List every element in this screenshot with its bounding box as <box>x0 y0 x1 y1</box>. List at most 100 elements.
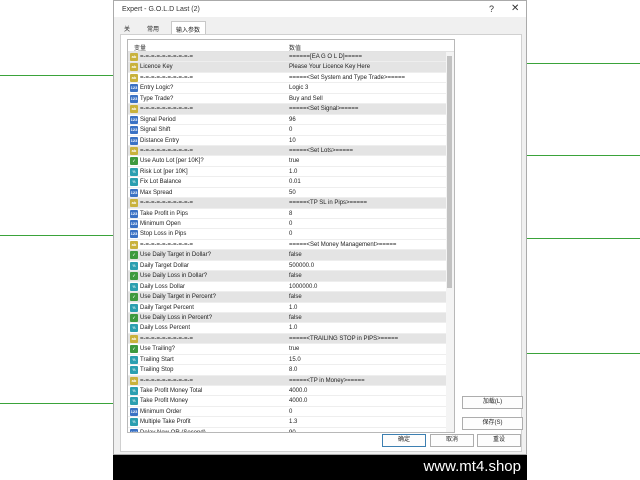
parameter-value[interactable]: 1000000.0 <box>289 284 317 290</box>
parameter-value[interactable]: =====<TRAILING STOP in PIPS>===== <box>289 336 398 342</box>
parameter-value[interactable]: 8.0 <box>289 367 297 373</box>
parameter-row[interactable]: ab =-=-=-=-=-=-=-=-=-= =====<Set Lots>====… <box>128 145 454 157</box>
string-type-icon: ab <box>130 334 138 343</box>
parameter-value[interactable]: 8 <box>289 211 292 217</box>
parameter-row[interactable]: ab =-=-=-=-=-=-=-=-=-= =====<TP in Money>=… <box>128 375 454 386</box>
parameter-value[interactable]: 0 <box>289 127 292 133</box>
reset-button[interactable]: 重设 <box>477 434 521 447</box>
save-button[interactable]: 保存(S) <box>462 417 523 430</box>
parameter-row[interactable]: ½ Multiple Take Profit 1.3 <box>128 417 454 428</box>
parameter-row[interactable]: ab =-=-=-=-=-=-=-=-=-= ======[EA G O L D]=… <box>128 52 454 63</box>
title-bar: Expert - G.O.L.D Last (2) ? ✕ <box>114 1 526 17</box>
parameter-row[interactable]: ✓ Use Daily Target in Percent? false <box>128 292 454 303</box>
parameter-value[interactable]: false <box>289 252 302 258</box>
string-type-icon: ab <box>130 240 138 249</box>
parameter-value[interactable]: Buy and Sell <box>289 96 323 102</box>
parameter-name: Licence Key <box>140 64 173 71</box>
parameter-value[interactable]: false <box>289 273 302 279</box>
parameter-value[interactable]: 4000.0 <box>289 398 307 404</box>
parameter-value[interactable]: 0 <box>289 231 292 237</box>
parameter-row[interactable]: ✓ Use Auto Lot [per 10K]? true <box>128 156 454 167</box>
parameter-value[interactable]: true <box>289 346 299 352</box>
integer-type-icon: 123 <box>130 136 138 145</box>
parameter-value[interactable]: ======[EA G O L D]===== <box>289 54 362 60</box>
parameter-value[interactable]: =====<Set Signal>===== <box>289 106 358 112</box>
parameter-value[interactable]: false <box>289 294 302 300</box>
parameter-value[interactable]: 1.0 <box>289 325 297 331</box>
parameter-name: Take Profit Money <box>140 398 189 405</box>
parameter-row[interactable]: ½ Daily Target Dollar 500000.0 <box>128 261 454 272</box>
parameter-row[interactable]: 123 Distance Entry 10 <box>128 136 454 146</box>
parameter-value[interactable]: =====<Set System and Type Trade>===== <box>289 75 405 81</box>
parameter-value[interactable]: 0.01 <box>289 179 301 185</box>
parameter-name: Signal Period <box>140 116 176 123</box>
parameter-value[interactable]: 4000.0 <box>289 388 307 394</box>
tab-common[interactable]: 常用 <box>143 21 165 34</box>
parameter-row[interactable]: ½ Risk Lot [per 10K] 1.0 <box>128 167 454 178</box>
parameter-row[interactable]: 123 Take Profit in Pips 8 <box>128 209 454 219</box>
parameter-value[interactable]: 96 <box>289 117 296 123</box>
parameter-value[interactable]: =====<Set Lots>===== <box>289 148 353 154</box>
parameter-row[interactable]: ½ Fix Lot Balance 0.01 <box>128 177 454 188</box>
parameter-value[interactable]: 0 <box>289 409 292 415</box>
parameter-row[interactable]: ½ Daily Target Percent 1.0 <box>128 303 454 313</box>
parameter-row[interactable]: 123 Signal Shift 0 <box>128 125 454 136</box>
parameter-name: =-=-=-=-=-=-=-=-=-= <box>140 241 194 248</box>
parameter-value[interactable]: 1.0 <box>289 305 297 311</box>
parameter-row[interactable]: ✓ Use Daily Loss in Dollar? false <box>128 271 454 282</box>
integer-type-icon: 123 <box>130 230 138 239</box>
parameter-value[interactable]: true <box>289 158 299 164</box>
parameter-row[interactable]: ½ Take Profit Money 4000.0 <box>128 396 454 407</box>
inputs-panel: 变量 数值 ab =-=-=-=-=-=-=-=-=-= ======[EA G O… <box>120 34 523 452</box>
parameter-row[interactable]: ½ Trailing Stop 8.0 <box>128 365 454 376</box>
parameter-value[interactable]: 0 <box>289 221 292 227</box>
parameter-row[interactable]: ½ Daily Loss Dollar 1000000.0 <box>128 282 454 293</box>
scrollbar-thumb[interactable] <box>447 56 452 288</box>
parameter-row[interactable]: ab =-=-=-=-=-=-=-=-=-= =====<Set Money Man… <box>128 240 454 251</box>
parameter-value[interactable]: 500000.0 <box>289 263 314 269</box>
parameter-row[interactable]: ✓ Use Daily Target in Dollar? false <box>128 250 454 261</box>
tab-about[interactable]: 关于 <box>120 21 138 42</box>
parameter-value[interactable]: 1.0 <box>289 169 297 175</box>
integer-type-icon: 123 <box>130 428 138 432</box>
parameter-value[interactable]: =====<Set Money Management>===== <box>289 242 396 248</box>
parameter-value[interactable]: 15.0 <box>289 357 301 363</box>
parameter-row[interactable]: 123 Entry Logic? Logic 3 <box>128 83 454 94</box>
parameter-name: Stop Loss in Pips <box>140 231 187 238</box>
cancel-button[interactable]: 取消 <box>430 434 474 447</box>
parameter-row[interactable]: ✓ Use Daily Loss in Percent? false <box>128 312 454 324</box>
help-icon[interactable]: ? <box>489 4 494 14</box>
parameter-value[interactable]: 50 <box>289 190 296 196</box>
parameter-row[interactable]: 123 Minimum Order 0 <box>128 407 454 418</box>
close-icon[interactable]: ✕ <box>511 3 519 14</box>
parameter-value[interactable]: false <box>289 315 302 321</box>
parameter-row[interactable]: 123 Max Spread 50 <box>128 188 454 199</box>
vertical-scrollbar[interactable] <box>446 52 454 432</box>
parameter-row[interactable]: ab =-=-=-=-=-=-=-=-=-= =====<Set Signal>==… <box>128 104 454 115</box>
parameter-row[interactable]: ab =-=-=-=-=-=-=-=-=-= =====<TP SL in Pips… <box>128 198 454 209</box>
parameter-value[interactable]: Logic 3 <box>289 85 308 91</box>
parameter-row[interactable]: 123 Signal Period 96 <box>128 115 454 126</box>
parameter-name: =-=-=-=-=-=-=-=-=-= <box>140 377 194 384</box>
parameter-value[interactable]: 90 <box>289 430 296 432</box>
parameter-row[interactable]: 123 Stop Loss in Pips 0 <box>128 229 454 240</box>
ok-button[interactable]: 确定 <box>382 434 426 447</box>
parameter-row[interactable]: ✓ Use Trailing? true <box>128 344 454 355</box>
parameter-value[interactable]: 10 <box>289 138 296 144</box>
parameter-name: Use Daily Target in Percent? <box>140 294 216 301</box>
parameter-row[interactable]: ½ Daily Loss Percent 1.0 <box>128 323 454 334</box>
parameter-value[interactable]: =====<TP in Money>===== <box>289 378 365 384</box>
parameter-row[interactable]: ab =-=-=-=-=-=-=-=-=-= =====<TRAILING STOP… <box>128 333 454 345</box>
parameter-row[interactable]: ½ Take Profit Money Total 4000.0 <box>128 386 454 397</box>
parameter-row[interactable]: 123 Type Trade? Buy and Sell <box>128 94 454 105</box>
parameter-value[interactable]: Please Your Licence Key Here <box>289 64 370 70</box>
parameter-value[interactable]: 1.3 <box>289 419 297 425</box>
parameter-row[interactable]: ab =-=-=-=-=-=-=-=-=-= =====<Set System an… <box>128 73 454 84</box>
parameter-row[interactable]: ab Licence Key Please Your Licence Key Her… <box>128 62 454 73</box>
parameter-row[interactable]: ½ Trailing Start 15.0 <box>128 355 454 366</box>
load-button[interactable]: 加载(L) <box>462 396 523 409</box>
tab-inputs[interactable]: 输入参数 <box>171 21 206 34</box>
parameter-row[interactable]: 123 Delay New OR (Second) 90 <box>128 428 454 432</box>
parameter-row[interactable]: 123 Minimum Open 0 <box>128 219 454 230</box>
parameter-value[interactable]: =====<TP SL in Pips>===== <box>289 200 367 206</box>
